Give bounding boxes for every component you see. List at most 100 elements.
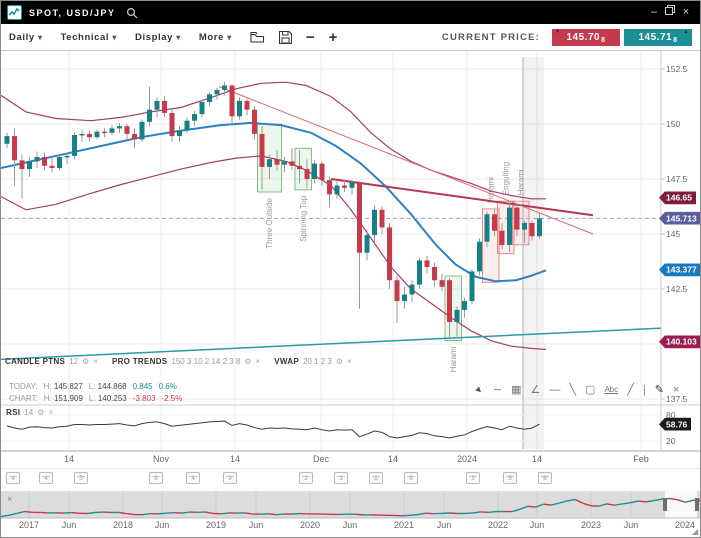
chart-change: -3.803: [133, 394, 156, 403]
navigator-axis-label: 2023: [581, 520, 601, 530]
navigator-axis-label: 2018: [113, 520, 133, 530]
indicator-name: VWAP: [274, 357, 299, 366]
rectangle-tool-icon[interactable]: ▢: [585, 383, 595, 397]
calendar-event-badge[interactable]: 2: [299, 472, 313, 484]
calendar-event-badge[interactable]: 4: [6, 472, 20, 484]
segment-tool-icon[interactable]: ╲: [569, 383, 576, 397]
calendar-event-badge[interactable]: 8: [369, 472, 383, 484]
text-tool-icon[interactable]: Abc: [604, 383, 618, 397]
indicator-params: 20 1 2 3: [303, 357, 332, 366]
calendar-event-badge[interactable]: 3: [334, 472, 348, 484]
today-change-pct: 0.6%: [159, 382, 177, 391]
minimize-button[interactable]: –: [646, 1, 662, 24]
x-axis-label: 14: [64, 454, 74, 464]
navigator-axis-label: Jun: [155, 520, 170, 530]
calendar-event-badge[interactable]: 6: [149, 472, 163, 484]
price-badge: 145.713: [659, 212, 701, 225]
gear-icon[interactable]: ⚙: [82, 357, 89, 366]
calendar-event-badge[interactable]: 3: [466, 472, 480, 484]
x-axis-label: Feb: [633, 454, 649, 464]
chevron-down-icon: ▾: [176, 33, 181, 42]
close-button[interactable]: ×: [678, 1, 694, 24]
gear-icon[interactable]: ⚙: [336, 357, 343, 366]
price-up-icon: ▲: [684, 29, 689, 35]
today-change: 0.845: [133, 382, 153, 391]
menu-more[interactable]: More ▾: [199, 32, 232, 43]
indicator-name: CANDLE PTNS: [5, 357, 65, 366]
freehand-tool-icon[interactable]: ∼: [493, 383, 502, 397]
gear-icon[interactable]: ⚙: [244, 357, 251, 366]
chart-low: 140.253: [98, 394, 127, 403]
price-chart-canvas[interactable]: Three OutsideSpinning TopHaramiHaramiEng…: [1, 51, 701, 538]
price-badge: 146.65: [659, 191, 696, 204]
close-icon[interactable]: ×: [256, 357, 261, 366]
price-axis-tick: 142.5: [666, 284, 687, 294]
current-price-label: CURRENT PRICE:: [442, 32, 540, 43]
calendar-event-badge[interactable]: 5: [503, 472, 517, 484]
calendar-event-badge[interactable]: 9: [223, 472, 237, 484]
indicator-params: 12: [69, 357, 78, 366]
pattern-label: Three Outside: [265, 197, 274, 248]
close-icon[interactable]: ×: [48, 408, 53, 417]
chevron-down-icon: ▾: [227, 33, 232, 42]
title-bar: SPOT, USD/JPY – ×: [1, 1, 700, 24]
chart-change-pct: -2.5%: [161, 394, 182, 403]
bid-price[interactable]: ▼ 145.708: [552, 29, 620, 46]
grid-tool-icon[interactable]: ▦: [511, 383, 521, 397]
save-icon[interactable]: [279, 31, 292, 44]
navigator-axis-label: 2019: [206, 520, 226, 530]
price-axis-tick: 145: [666, 229, 680, 239]
delete-tool-icon[interactable]: ×: [673, 383, 679, 397]
navigator-axis-label: Jun: [249, 520, 264, 530]
x-axis-label: 2024: [457, 454, 477, 464]
trendline-tool-icon[interactable]: ╱: [627, 383, 634, 397]
close-icon[interactable]: ×: [347, 357, 352, 366]
menu-daily[interactable]: Daily ▾: [9, 32, 43, 43]
calendar-event-badge[interactable]: 8: [404, 472, 418, 484]
resize-handle-icon[interactable]: ◢: [692, 527, 698, 536]
horizontal-line-tool-icon[interactable]: —: [549, 383, 560, 397]
main-toolbar: Daily ▾ Technical ▾ Display ▾ More ▾ − +…: [1, 24, 700, 51]
chart-high: 151.909: [54, 394, 83, 403]
chevron-down-icon: ▾: [38, 33, 43, 42]
vertical-line-tool-icon[interactable]: |: [643, 383, 646, 397]
calendar-event-badge[interactable]: 6: [538, 472, 552, 484]
price-axis-tick: 147.5: [666, 174, 687, 184]
calendar-event-badge[interactable]: 4: [186, 472, 200, 484]
window-title: SPOT, USD/JPY: [29, 8, 116, 18]
restore-button[interactable]: [662, 1, 678, 24]
today-low: 144.868: [98, 382, 127, 391]
ask-price[interactable]: 145.718 ▲: [624, 29, 692, 46]
price-badge: 143.377: [659, 263, 701, 276]
indicator-legend-row: CANDLE PTNS 12 ⚙ × PRO TRENDS 150 3 10 2…: [5, 357, 352, 366]
navigator-close-icon[interactable]: ×: [7, 494, 12, 504]
angle-tool-icon[interactable]: ∠: [531, 383, 541, 397]
rsi-params: 14: [24, 408, 33, 417]
navigator-axis-label: Jun: [530, 520, 545, 530]
rsi-name: RSI: [6, 408, 20, 417]
menu-technical[interactable]: Technical ▾: [61, 32, 117, 43]
menu-display[interactable]: Display ▾: [135, 32, 181, 43]
navigator-right-handle[interactable]: [695, 498, 699, 511]
indicator-params: 150 3 10 2 14 2 3 8: [171, 357, 240, 366]
navigator-axis-label: Jun: [62, 520, 77, 530]
search-icon[interactable]: [126, 7, 138, 19]
rsi-axis-tick: 20: [666, 436, 675, 446]
navigator-left-handle[interactable]: [663, 498, 667, 511]
close-icon[interactable]: ×: [93, 357, 98, 366]
open-folder-icon[interactable]: [250, 31, 265, 43]
navigator-selection[interactable]: [665, 491, 697, 518]
rsi-axis-tick: 80: [666, 410, 675, 420]
chart-window: SPOT, USD/JPY – × Daily ▾ Technical ▾ Di…: [0, 0, 701, 538]
x-axis-label: 14: [230, 454, 240, 464]
navigator-axis-label: Jun: [343, 520, 358, 530]
zoom-in-button[interactable]: +: [329, 29, 338, 46]
pattern-label: Harami: [516, 169, 525, 195]
calendar-event-badge[interactable]: 5: [74, 472, 88, 484]
pencil-tool-icon[interactable]: ✎: [655, 383, 664, 397]
zoom-out-button[interactable]: −: [306, 29, 315, 46]
price-badge: 140.103: [659, 335, 701, 348]
calendar-event-badge[interactable]: 4: [39, 472, 53, 484]
gear-icon[interactable]: ⚙: [37, 408, 44, 417]
today-stats-row: TODAY: H: 145.827 L: 144.868 0.845 0.6%: [9, 382, 177, 391]
